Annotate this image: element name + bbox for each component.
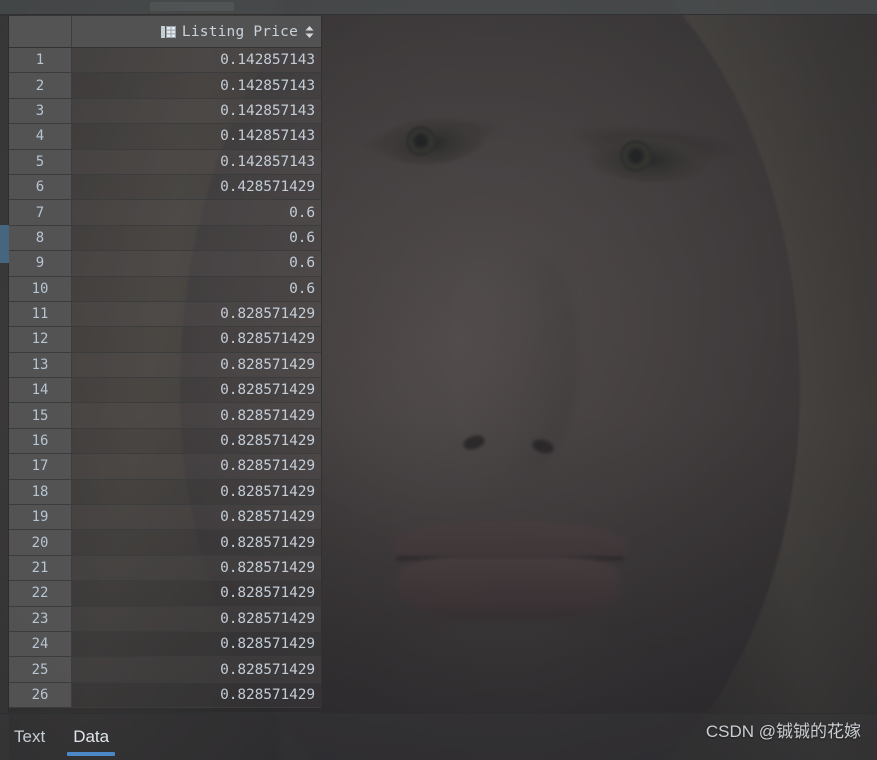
vertical-scrollbar[interactable] xyxy=(0,16,9,713)
listing-price-cell[interactable]: 0.142857143 xyxy=(72,98,321,124)
data-table: Listing Price 1 0.142857143 2 0.142857143 3 0… xyxy=(9,16,322,713)
table-row[interactable]: 12 0.828571429 xyxy=(9,327,321,353)
table-row[interactable]: 6 0.428571429 xyxy=(9,174,321,201)
row-number-cell: 21 xyxy=(9,555,72,581)
table-header-row: Listing Price xyxy=(9,16,321,48)
listing-price-cell[interactable]: 0.828571429 xyxy=(72,403,321,428)
listing-price-cell[interactable]: 0.828571429 xyxy=(72,530,321,555)
table-row[interactable]: 1 0.142857143 xyxy=(9,48,321,74)
table-row[interactable]: 3 0.142857143 xyxy=(9,98,321,125)
listing-price-cell[interactable]: 0.6 xyxy=(72,276,321,301)
listing-price-cell[interactable]: 0.828571429 xyxy=(72,301,321,327)
listing-price-cell[interactable]: 0.6 xyxy=(72,225,321,251)
listing-price-cell[interactable]: 0.142857143 xyxy=(72,124,321,149)
table-row[interactable]: 21 0.828571429 xyxy=(9,555,321,582)
row-number-cell: 11 xyxy=(9,301,72,327)
listing-price-cell[interactable]: 0.142857143 xyxy=(72,149,321,174)
listing-price-cell[interactable]: 0.428571429 xyxy=(72,174,321,200)
table-row[interactable]: 10 0.6 xyxy=(9,276,321,302)
listing-price-cell[interactable]: 0.6 xyxy=(72,200,321,225)
table-row[interactable]: 8 0.6 xyxy=(9,225,321,252)
table-row[interactable]: 16 0.828571429 xyxy=(9,428,321,455)
row-number-cell: 8 xyxy=(9,225,72,251)
listing-price-cell[interactable]: 0.828571429 xyxy=(72,378,321,403)
row-number-cell: 26 xyxy=(9,682,72,708)
table-row[interactable]: 11 0.828571429 xyxy=(9,301,321,328)
listing-price-cell[interactable]: 0.828571429 xyxy=(72,555,321,581)
row-number-cell: 19 xyxy=(9,505,72,530)
table-row[interactable]: 23 0.828571429 xyxy=(9,606,321,632)
row-number-cell: 4 xyxy=(9,124,72,149)
table-row[interactable]: 9 0.6 xyxy=(9,251,321,277)
row-number-cell: 9 xyxy=(9,251,72,276)
sort-updown-icon[interactable] xyxy=(304,25,315,39)
row-number-cell: 16 xyxy=(9,428,72,454)
row-number-cell: 17 xyxy=(9,454,72,479)
row-number-cell: 14 xyxy=(9,378,72,403)
listing-price-cell[interactable]: 0.828571429 xyxy=(72,428,321,454)
column-header-listing-price[interactable]: Listing Price xyxy=(72,16,321,47)
row-number-cell: 6 xyxy=(9,174,72,200)
listing-price-cell[interactable]: 0.828571429 xyxy=(72,327,321,352)
row-number-cell: 7 xyxy=(9,200,72,225)
tab-data[interactable]: Data xyxy=(59,718,123,756)
active-tab-underline xyxy=(67,752,116,756)
table-row[interactable]: 26 0.828571429 xyxy=(9,682,321,709)
table-row[interactable]: 2 0.142857143 xyxy=(9,73,321,99)
row-number-cell: 1 xyxy=(9,48,72,73)
listing-price-cell[interactable]: 0.142857143 xyxy=(72,73,321,98)
toolbar-ghost-control xyxy=(150,2,234,11)
table-row[interactable]: 7 0.6 xyxy=(9,200,321,226)
table-row[interactable]: 5 0.142857143 xyxy=(9,149,321,175)
row-number-cell: 3 xyxy=(9,98,72,124)
table-row[interactable]: 19 0.828571429 xyxy=(9,505,321,531)
table-row[interactable]: 15 0.828571429 xyxy=(9,403,321,429)
table-column-icon xyxy=(160,25,176,39)
row-number-cell: 23 xyxy=(9,606,72,631)
listing-price-cell[interactable]: 0.828571429 xyxy=(72,505,321,530)
row-number-cell: 25 xyxy=(9,657,72,682)
listing-price-cell[interactable]: 0.142857143 xyxy=(72,48,321,73)
listing-price-cell[interactable]: 0.828571429 xyxy=(72,479,321,505)
table-row[interactable]: 13 0.828571429 xyxy=(9,352,321,379)
listing-price-cell[interactable]: 0.828571429 xyxy=(72,581,321,606)
tab-text[interactable]: Text xyxy=(0,718,59,747)
table-row[interactable]: 20 0.828571429 xyxy=(9,530,321,556)
row-number-cell: 22 xyxy=(9,581,72,606)
listing-price-cell[interactable]: 0.828571429 xyxy=(72,631,321,657)
table-row[interactable]: 25 0.828571429 xyxy=(9,657,321,683)
table-body: 1 0.142857143 2 0.142857143 3 0.142857143 4 0.1… xyxy=(9,48,321,709)
listing-price-cell[interactable]: 0.828571429 xyxy=(72,454,321,479)
row-number-cell: 18 xyxy=(9,479,72,505)
tab-text-label: Text xyxy=(14,727,46,746)
row-number-cell: 2 xyxy=(9,73,72,98)
column-header-label: Listing Price xyxy=(181,23,298,40)
bottom-tab-bar: Text Data CSDN @铖铖的花嫁 xyxy=(0,713,877,760)
vertical-scrollbar-thumb[interactable] xyxy=(0,225,9,263)
row-number-cell: 24 xyxy=(9,631,72,657)
table-row[interactable]: 14 0.828571429 xyxy=(9,378,321,404)
listing-price-cell[interactable]: 0.828571429 xyxy=(72,606,321,631)
row-number-cell: 12 xyxy=(9,327,72,352)
table-row[interactable]: 22 0.828571429 xyxy=(9,581,321,607)
listing-price-cell[interactable]: 0.6 xyxy=(72,251,321,276)
tab-data-label: Data xyxy=(73,727,110,746)
row-number-cell: 10 xyxy=(9,276,72,301)
listing-price-cell[interactable]: 0.828571429 xyxy=(72,682,321,708)
row-number-cell: 20 xyxy=(9,530,72,555)
table-row[interactable]: 18 0.828571429 xyxy=(9,479,321,506)
toolbar-strip xyxy=(0,0,877,15)
row-number-cell: 5 xyxy=(9,149,72,174)
table-row[interactable]: 17 0.828571429 xyxy=(9,454,321,480)
listing-price-cell[interactable]: 0.828571429 xyxy=(72,657,321,682)
table-row[interactable]: 4 0.142857143 xyxy=(9,124,321,150)
row-number-cell: 13 xyxy=(9,352,72,378)
data-viewer-window: Listing Price 1 0.142857143 2 0.142857143 3 0… xyxy=(0,0,877,760)
table-row[interactable]: 24 0.828571429 xyxy=(9,631,321,658)
row-number-header-cell xyxy=(9,16,72,47)
row-number-cell: 15 xyxy=(9,403,72,428)
listing-price-cell[interactable]: 0.828571429 xyxy=(72,352,321,378)
watermark-text: CSDN @铖铖的花嫁 xyxy=(705,722,861,741)
